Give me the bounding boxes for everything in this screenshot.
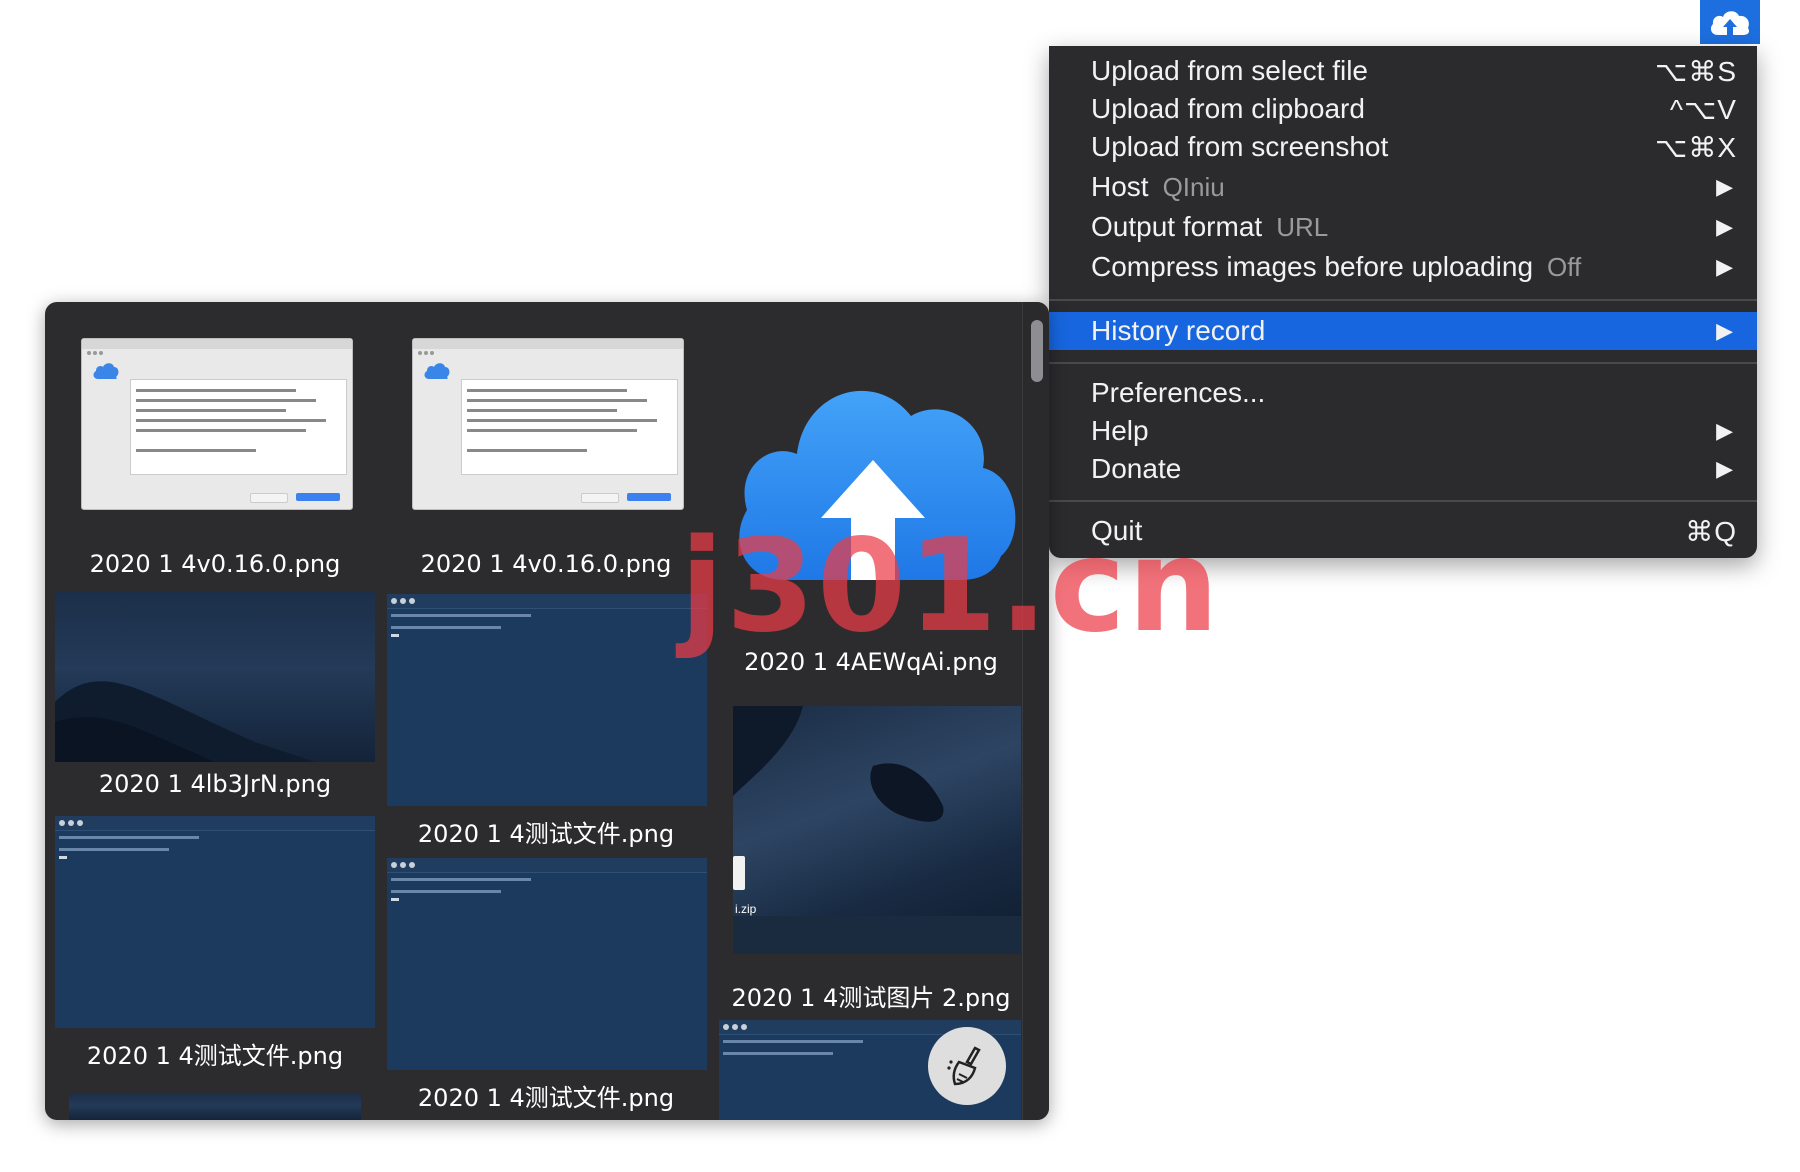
- cloud-icon: [93, 363, 119, 379]
- menu-item-help[interactable]: Help ▶: [1049, 412, 1757, 450]
- menu-item-label: Upload from select file: [1091, 55, 1369, 86]
- menu-item-label: Upload from clipboard: [1091, 93, 1365, 124]
- history-item-thumbnail[interactable]: [81, 338, 353, 510]
- menu-item-host[interactable]: Host QIniu ▶: [1049, 168, 1757, 206]
- history-item-caption: 2020 1 4lb3JrN.png: [98, 770, 332, 798]
- history-window: 2020 1 4v0.16.0.png 2020 1 4v0.16.0.png: [45, 302, 1049, 1120]
- menu-item-label: Preferences...: [1091, 377, 1266, 408]
- shortcut-label: ^⌥V: [1669, 93, 1737, 125]
- menu-item-upload-screenshot[interactable]: Upload from screenshot ⌥⌘X: [1049, 128, 1757, 166]
- clear-history-button[interactable]: [928, 1027, 1006, 1105]
- dialog-thumbnail: [81, 338, 353, 510]
- cloud-icon: [424, 363, 450, 379]
- compress-value: Off: [1547, 252, 1582, 282]
- menu-item-preferences[interactable]: Preferences...: [1049, 374, 1757, 412]
- history-item-caption: 2020 1 4v0.16.0.png: [89, 550, 341, 578]
- vertical-scrollbar[interactable]: [1022, 302, 1049, 1120]
- coast-landscape-image: [55, 681, 315, 762]
- submenu-arrow-icon: ▶: [1716, 456, 1733, 481]
- history-item-thumbnail[interactable]: [55, 816, 375, 1028]
- history-item-thumbnail[interactable]: [387, 594, 707, 806]
- broom-icon: [947, 1046, 981, 1086]
- shortcut-label: ⌥⌘S: [1655, 55, 1737, 87]
- menu-item-label: Host: [1091, 171, 1149, 202]
- menu-item-history-record[interactable]: History record ▶: [1049, 312, 1757, 350]
- history-item-thumbnail[interactable]: [69, 1094, 361, 1120]
- host-value: QIniu: [1162, 172, 1225, 202]
- history-item-caption: 2020 1 4测试文件.png: [86, 1042, 344, 1070]
- menu-item-output-format[interactable]: Output format URL ▶: [1049, 208, 1757, 246]
- menu-item-label: Help: [1091, 415, 1149, 446]
- cloud-upload-icon: [1710, 11, 1750, 35]
- shortcut-label: ⌘Q: [1685, 515, 1737, 547]
- submenu-arrow-icon: ▶: [1716, 254, 1733, 279]
- zip-file-icon: [733, 856, 745, 890]
- menu-item-label: Donate: [1091, 453, 1182, 484]
- history-item-thumbnail[interactable]: [55, 592, 375, 762]
- zip-file-label: i.zip: [735, 902, 757, 916]
- menu-separator: [1049, 362, 1757, 364]
- rocky-coast-image: [733, 706, 1021, 954]
- history-item-thumbnail[interactable]: [412, 338, 684, 510]
- history-item-caption: 2020 1 4测试文件.png: [417, 1084, 675, 1112]
- status-menu: Upload from select file ⌥⌘S Upload from …: [1049, 46, 1757, 558]
- menu-item-compress[interactable]: Compress images before uploading Off ▶: [1049, 248, 1757, 286]
- scrollbar-thumb[interactable]: [1031, 320, 1043, 382]
- shortcut-label: ⌥⌘X: [1655, 131, 1737, 163]
- history-item-caption: 2020 1 4测试图片 2.png: [731, 984, 1011, 1012]
- menu-item-label: Upload from screenshot: [1091, 131, 1389, 162]
- menu-item-label: History record: [1091, 315, 1266, 346]
- submenu-arrow-icon: ▶: [1716, 174, 1733, 199]
- watermark-text: j301.cn: [680, 512, 1221, 661]
- output-format-value: URL: [1276, 212, 1329, 242]
- history-item-caption: 2020 1 4测试文件.png: [417, 820, 675, 848]
- submenu-arrow-icon: ▶: [1716, 214, 1733, 239]
- history-item-thumbnail[interactable]: i.zip: [733, 706, 1021, 954]
- menu-item-label: Output format: [1091, 211, 1263, 242]
- submenu-arrow-icon: ▶: [1716, 418, 1733, 443]
- menu-separator: [1049, 299, 1757, 301]
- history-item-thumbnail[interactable]: [387, 858, 707, 1070]
- status-bar-upload-icon[interactable]: [1700, 0, 1760, 44]
- menu-item-upload-clipboard[interactable]: Upload from clipboard ^⌥V: [1049, 90, 1757, 128]
- dialog-thumbnail: [412, 338, 684, 510]
- history-item-caption: 2020 1 4v0.16.0.png: [420, 550, 672, 578]
- menu-item-label: Compress images before uploading: [1091, 251, 1534, 282]
- menu-item-upload-file[interactable]: Upload from select file ⌥⌘S: [1049, 52, 1757, 90]
- menu-separator: [1049, 500, 1757, 502]
- submenu-arrow-icon: ▶: [1716, 318, 1733, 343]
- menu-item-donate[interactable]: Donate ▶: [1049, 450, 1757, 488]
